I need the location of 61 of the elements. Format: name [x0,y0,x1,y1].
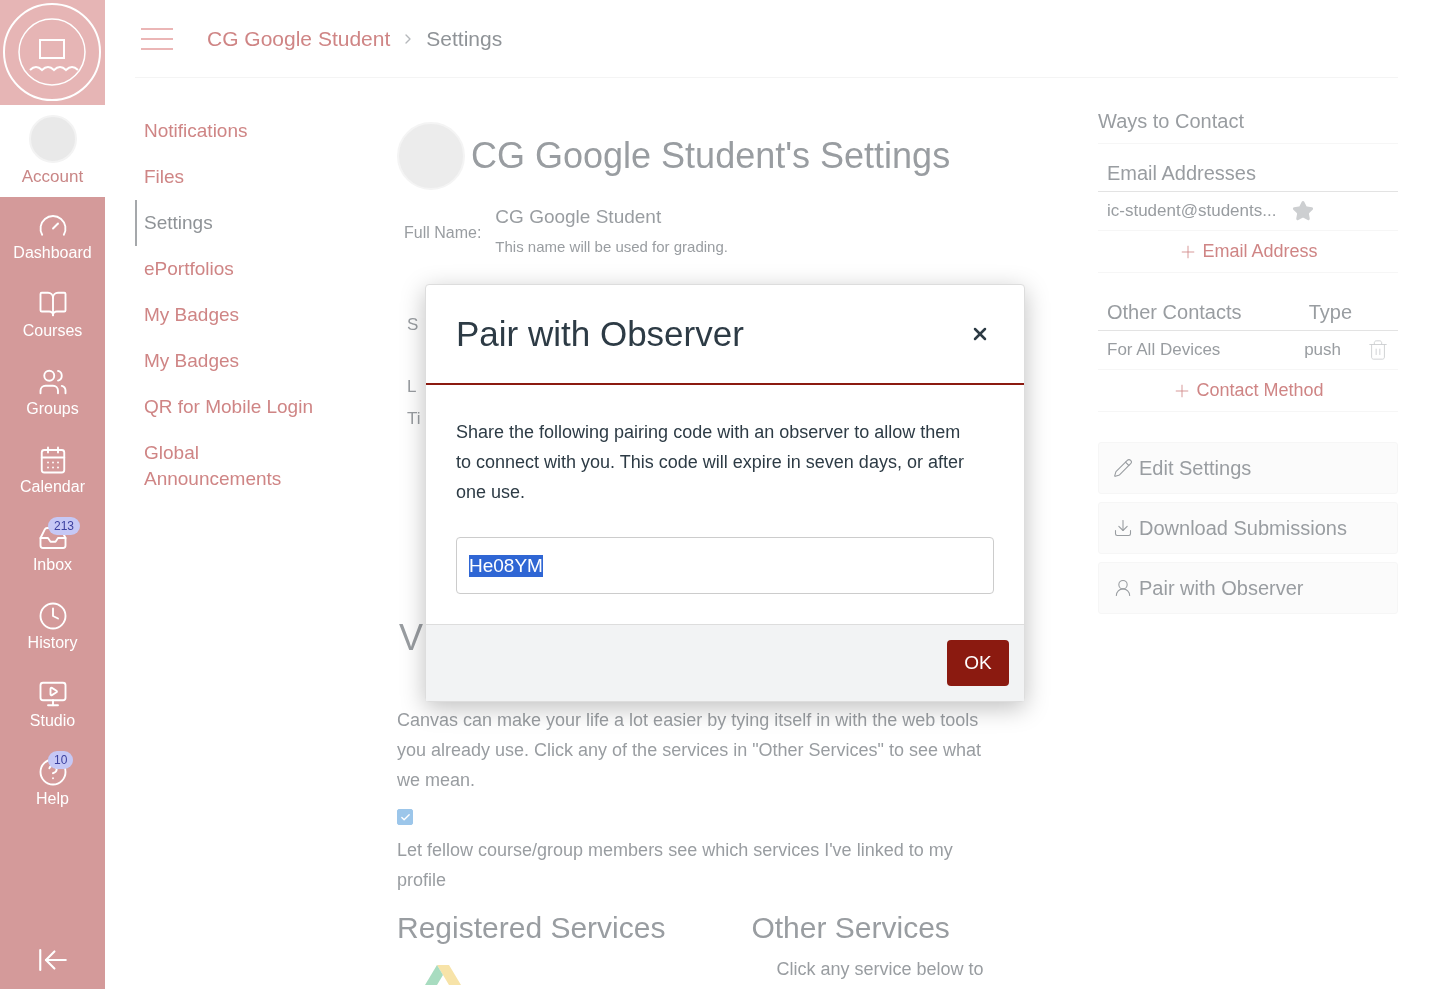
trash-icon[interactable] [1367,339,1389,361]
check-icon [399,811,411,823]
nav-item[interactable]: History [0,587,105,665]
heading-fragment: V [399,617,423,659]
ok-button[interactable]: OK [947,640,1009,686]
section-nav-link[interactable]: Notifications [135,108,322,154]
column-header: Other Contacts [1107,301,1242,324]
add-contact-link[interactable]: Contact Method [1098,370,1398,412]
field-label: Full Name: [404,224,482,243]
star-icon[interactable] [1292,200,1315,222]
contact-name: For All Devices [1107,340,1221,360]
pairing-code-field[interactable]: He08YM [456,537,994,594]
count-badge: 213 [48,517,81,535]
text-fragment: S [407,315,419,335]
account-link[interactable]: Account [0,105,105,197]
section-heading: Registered Services [397,911,666,945]
column-header: Email Addresses [1107,162,1256,185]
breadcrumb-link[interactable]: CG Google Student [207,26,391,51]
action-button[interactable]: Download Submissions [1098,502,1398,554]
nav-item[interactable]: Groups [0,353,105,431]
user-icon [1113,578,1133,598]
menu-icon[interactable] [141,26,173,51]
pencil-icon [1113,458,1133,478]
hint-text: Click any service below to [776,959,984,980]
breadcrumb-link[interactable]: Settings [426,26,503,51]
page-title: CG Google Student's Settings [471,135,951,177]
text-fragment: L [407,377,417,397]
section-nav-link[interactable]: My Badges [135,292,322,338]
count-badge: 10 [48,751,74,769]
email-address: ic-student@students... [1107,201,1277,221]
section-nav-link[interactable]: Files [135,154,322,200]
section-heading: Ways to Contact [1098,110,1398,144]
section-nav-link[interactable]: ePortfolios [135,246,322,292]
nav-item[interactable]: Dashboard [0,197,105,275]
nav-item[interactable]: Inbox 213 [0,509,105,587]
section-nav-link[interactable]: Global Announcements [135,430,322,502]
action-button[interactable]: Pair with Observer [1098,562,1398,614]
nav-item[interactable]: Studio [0,665,105,743]
hint-text: This name will be used for grading. [495,238,728,255]
full-name-value: CG Google Student [495,206,663,228]
add-email-link[interactable]: Email Address [1098,231,1398,273]
checkbox-label: Let fellow course/group members see which services I've linked to my profile [397,839,954,892]
nav-item[interactable]: Courses [0,275,105,353]
section-nav-link[interactable]: Settings [135,200,322,246]
dialog-title: Pair with Observer [456,314,744,354]
section-heading: Other Services [751,911,951,945]
download-icon [1113,518,1133,538]
drive-icon [425,965,461,985]
dialog-text: Share the following pairing code with an observer to allow them to connect with you. This code will expire in seven days, or after one use. [456,421,965,504]
action-button[interactable]: Edit Settings [1098,442,1398,494]
text-fragment: Ti [407,409,421,429]
column-header: Type [1308,301,1352,324]
services-description: Canvas can make your life a lot easier by tying itself in with the web tools you already use. Click any of the services in "Other Services" to see what we mean. [397,709,983,792]
nav-item[interactable]: Help 10 [0,743,105,821]
section-nav-link[interactable]: QR for Mobile Login [135,384,322,430]
contact-type: push [1304,340,1341,360]
checkbox[interactable] [397,809,413,825]
section-nav-link[interactable]: My Badges [135,338,322,384]
history-icon [37,600,68,631]
selected-code-text: He08YM [469,554,543,577]
nav-item[interactable]: Calendar [0,431,105,509]
